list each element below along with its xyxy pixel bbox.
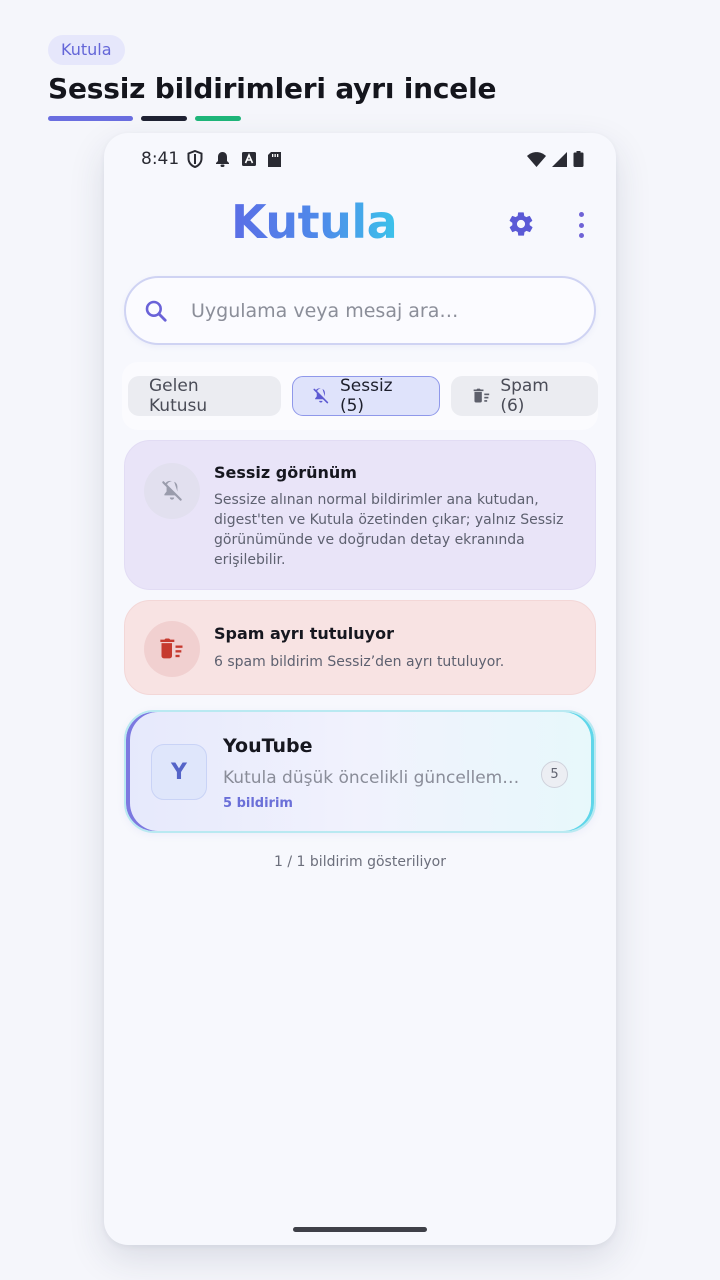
- app-name: YouTube: [223, 735, 313, 757]
- more-dot: [578, 222, 584, 228]
- notification-count-label: 5 bildirim: [223, 796, 293, 811]
- notification-preview: Kutula düşük öncelikli güncellemeler: [223, 768, 523, 788]
- silent-info-card: Sessiz görünüm Sessize alınan normal bil…: [124, 440, 596, 590]
- silent-card-icon-circle: [144, 463, 200, 519]
- sd-card-icon: [268, 151, 282, 167]
- accent-bar-green: [195, 116, 241, 121]
- status-left-icons: [187, 150, 282, 168]
- wifi-icon: [527, 151, 546, 167]
- home-indicator[interactable]: [293, 1227, 427, 1232]
- more-dot: [578, 233, 584, 238]
- page-headline: Sessiz bildirimleri ayrı incele: [48, 72, 497, 105]
- spam-card-title: Spam ayrı tutuluyor: [214, 624, 394, 643]
- more-dot: [578, 212, 584, 217]
- tab-spam-label: Spam (6): [500, 376, 549, 416]
- battery-icon: [573, 151, 584, 167]
- spam-card-description: 6 spam bildirim Sessiz’den ayrı tutuluyo…: [214, 654, 505, 670]
- search-bar[interactable]: [124, 276, 596, 345]
- accent-bars: [48, 116, 241, 121]
- bell-off-icon: [162, 480, 182, 501]
- count-badge: 5: [541, 761, 568, 788]
- delete-sweep-icon: [160, 638, 183, 659]
- accent-bar-indigo: [48, 116, 133, 121]
- app-logo: Kutula: [231, 195, 398, 249]
- tab-inbox-label: Gelen Kutusu: [149, 376, 208, 416]
- app-a-icon: [242, 152, 257, 166]
- search-input[interactable]: [191, 299, 551, 322]
- notification-group-youtube[interactable]: Y YouTube Kutula düşük öncelikli güncell…: [124, 710, 596, 833]
- spam-card-icon-circle: [144, 621, 200, 677]
- shield-icon: [187, 150, 203, 168]
- cell-signal-icon: [552, 151, 567, 167]
- spam-info-card: Spam ayrı tutuluyor 6 spam bildirim Sess…: [124, 600, 596, 695]
- tab-spam[interactable]: Spam (6): [450, 376, 598, 416]
- gear-icon[interactable]: [507, 210, 535, 238]
- bell-off-icon: [313, 388, 329, 404]
- status-right-icons: [527, 151, 584, 167]
- silent-card-title: Sessiz görünüm: [214, 463, 357, 482]
- tab-silent[interactable]: Sessiz (5): [292, 376, 440, 416]
- more-vert-icon[interactable]: [576, 212, 586, 238]
- tab-inbox[interactable]: Gelen Kutusu: [128, 376, 282, 416]
- tab-silent-label: Sessiz (5): [339, 376, 393, 416]
- filter-tabs: Gelen Kutusu Sessiz (5) Spam (6): [122, 362, 598, 430]
- shown-count-text: 1 / 1 bildirim gösteriliyor: [274, 854, 446, 870]
- status-bar: 8:41: [104, 133, 616, 185]
- phone-frame: 8:41 Kutula Gelen Kutusu: [104, 133, 616, 1245]
- delete-sweep-icon: [473, 388, 489, 403]
- app-avatar: Y: [151, 744, 207, 800]
- search-icon: [145, 300, 167, 322]
- app-tag: Kutula: [48, 35, 125, 65]
- accent-bar-dark: [141, 116, 187, 121]
- status-time: 8:41: [141, 149, 180, 169]
- notification-bell-icon: [216, 152, 230, 167]
- silent-card-description: Sessize alınan normal bildirimler ana ku…: [214, 492, 564, 568]
